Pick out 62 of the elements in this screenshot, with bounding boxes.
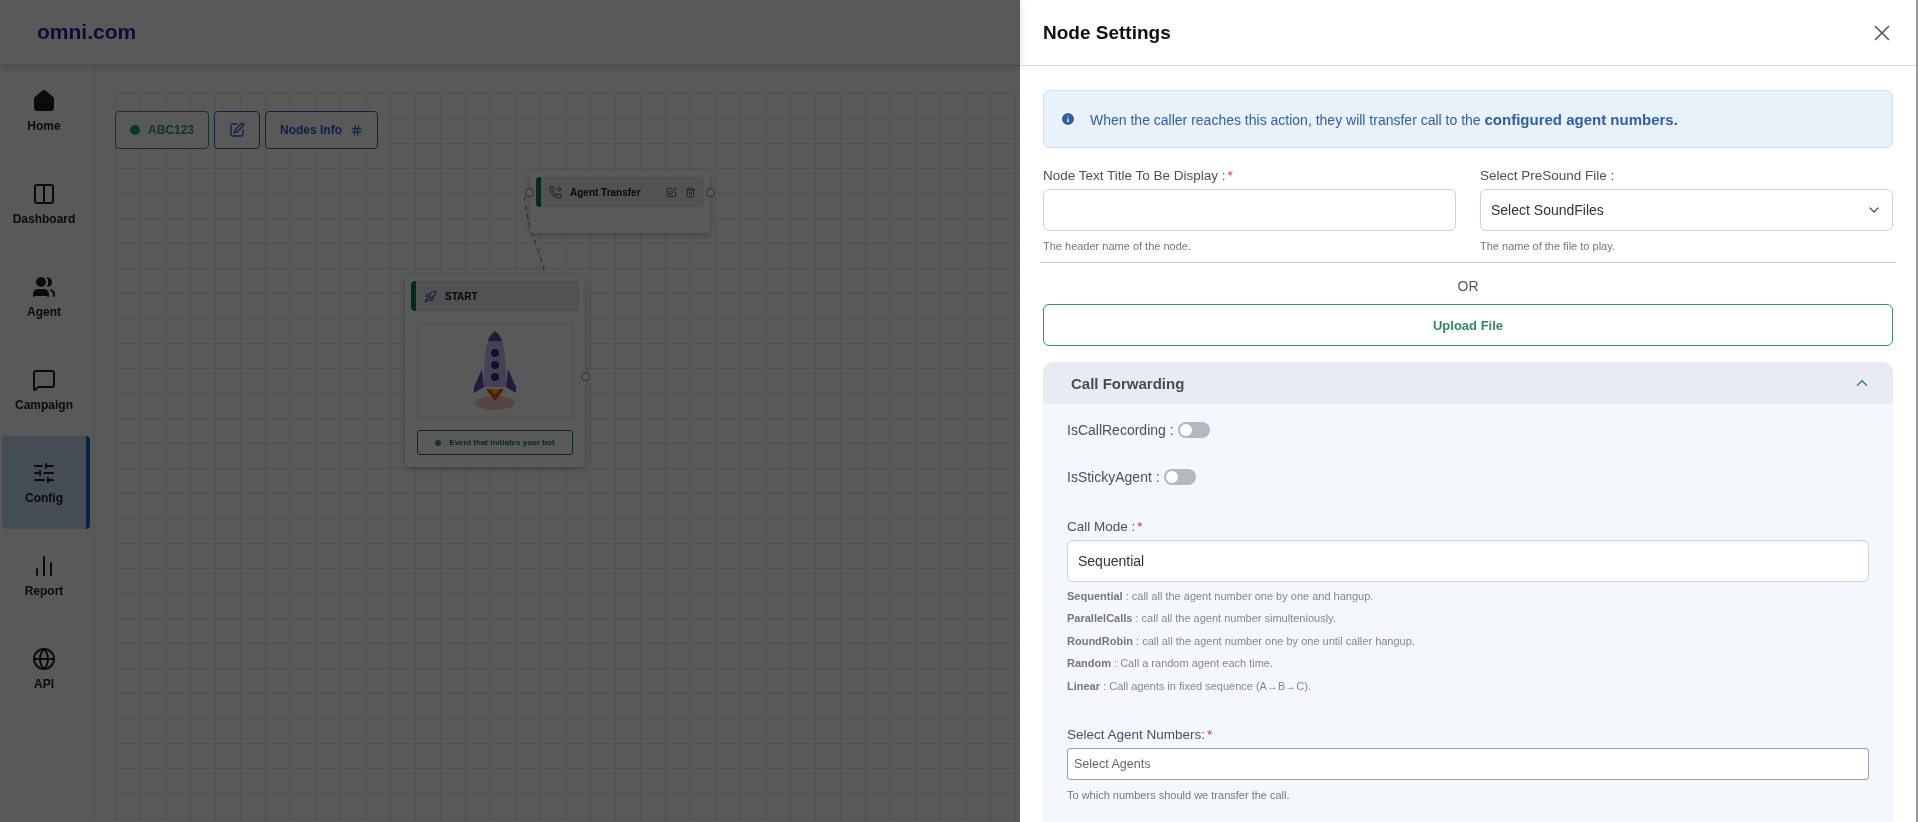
sound-file-select[interactable]: Select SoundFiles [1480,189,1893,231]
info-text: When the caller reaches this action, they will transfer call to the configured agent numbers. [1090,110,1678,128]
or-separator: OR [1457,278,1479,294]
field-label: Node Text Title To Be Display : [1043,168,1226,183]
logo[interactable]: omni.com [37,20,137,44]
flow-name-button[interactable]: ABC123 [115,111,210,149]
home-icon [32,88,56,113]
field-label: Select PreSound File : [1480,168,1615,183]
start-node[interactable]: START Event that initiates your bot [405,275,585,467]
rocket-icon [424,289,437,303]
connection-port[interactable] [706,188,715,197]
sidebar-item[interactable]: Home [2,64,90,157]
connection-port[interactable] [581,372,590,381]
chat-icon [32,367,56,392]
connection-port[interactable] [525,188,534,197]
layout-icon [32,181,56,206]
agents-select[interactable]: Select Agents [1067,748,1869,781]
toggle-switch[interactable] [1177,422,1210,438]
panel-title: Node Settings [1043,21,1171,44]
phone-icon [549,185,562,199]
sidebar-item[interactable]: Dashboard [2,157,90,250]
info-icon [1060,111,1076,127]
toggle-label: IsStickyAgent : [1067,468,1160,485]
node-title: START [445,290,478,302]
field-label: Select Agent Numbers: [1067,727,1206,743]
field-hint: To which numbers should we transfer the call. [1067,789,1291,802]
dim-overlay[interactable] [0,0,1020,822]
edit-icon[interactable] [666,186,677,198]
sidebar-item[interactable]: API [2,622,90,715]
required-mark: * [1227,168,1233,183]
field-hint: The header name of the node. [1043,240,1192,252]
sidebar-item[interactable]: Report [2,529,90,622]
help-text: ParallelCalls : call all the agent number simulteniously. [1067,611,1337,627]
title-input-field[interactable] [1043,189,1456,231]
hash-icon [350,123,364,137]
upload-file-button[interactable]: Upload File [1043,304,1893,346]
sidebar-item[interactable]: Campaign [2,343,90,436]
users-icon [32,274,56,299]
event-button[interactable]: Event that initiates your bot [417,430,573,455]
status-dot-icon [130,125,140,135]
edit-button[interactable] [214,111,261,149]
field-hint: The name of the file to play. [1480,240,1616,252]
agent-transfer-node[interactable]: Agent Transfer [530,171,710,233]
toggle-label: IsCallRecording : [1067,422,1174,438]
sidebar-item[interactable]: Config [2,436,90,529]
globe-icon [32,646,56,671]
field-label: Call Mode : [1067,519,1136,534]
help-text: Sequential : call all the agent number one by one and hangup. [1067,589,1375,604]
sidebar-item[interactable]: Agent [2,250,90,343]
node-title: Agent Transfer [570,186,642,198]
required-mark: * [1207,727,1213,743]
toggle-switch[interactable] [1163,468,1196,485]
help-text: Random : Call a random agent each time. [1067,656,1275,672]
help-text: RoundRobin : call all the agent number one by one until caller hangup. [1067,633,1416,649]
sliders-icon [32,460,56,485]
edit-icon [229,122,246,138]
nodes-info-button[interactable]: Nodes Info [265,111,379,149]
section-title: Call Forwarding [1071,374,1185,392]
help-text: Linear : Call agents in fixed sequence (A→B→C). [1067,678,1312,694]
trash-icon[interactable] [685,186,696,198]
call-mode-field[interactable]: Sequential [1067,540,1869,582]
required-mark: * [1137,519,1143,534]
